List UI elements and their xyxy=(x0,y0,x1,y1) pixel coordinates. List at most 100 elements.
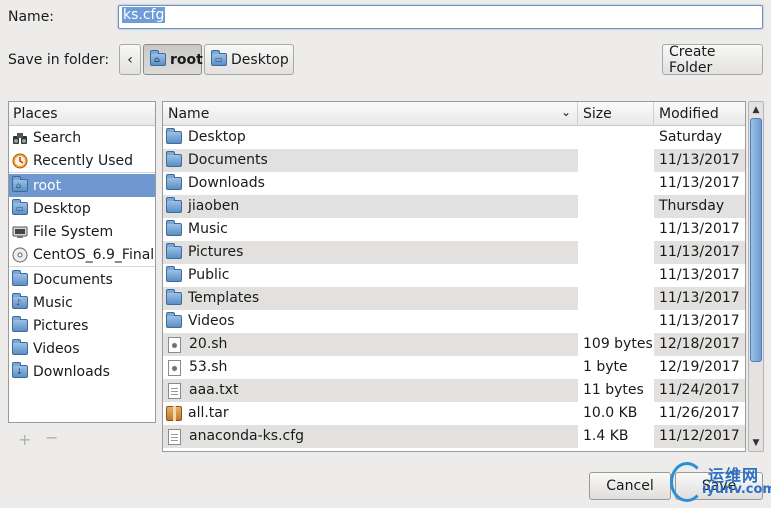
file-modified: Thursday xyxy=(654,195,745,218)
folder-icon xyxy=(166,266,182,282)
places-item-label: Music xyxy=(33,294,73,311)
places-item-label: Search xyxy=(33,129,82,146)
file-row[interactable]: 20.sh 109 bytes 12/18/2017 xyxy=(163,333,745,356)
column-header-name[interactable]: Name ⌄ xyxy=(163,102,578,125)
places-item-label: Downloads xyxy=(33,363,110,380)
file-row[interactable]: Videos 11/13/2017 xyxy=(163,310,745,333)
file-name: Documents xyxy=(188,152,268,168)
add-bookmark-button[interactable]: + xyxy=(18,430,31,449)
file-size xyxy=(578,218,654,241)
places-item-label: Pictures xyxy=(33,317,89,334)
file-row[interactable]: all.tar 10.0 KB 11/26/2017 xyxy=(163,402,745,425)
file-modified: 11/13/2017 xyxy=(659,175,740,191)
file-modified: 12/18/2017 xyxy=(654,333,745,356)
file-name: 20.sh xyxy=(189,336,228,352)
places-header[interactable]: Places xyxy=(9,102,155,126)
places-item-downloads[interactable]: ↓ Downloads xyxy=(9,360,155,383)
places-item-videos[interactable]: Videos xyxy=(9,337,155,360)
files-header: Name ⌄ Size Modified xyxy=(163,102,745,126)
create-folder-button[interactable]: Create Folder xyxy=(662,44,763,76)
file-row[interactable]: aaa.txt 11 bytes 11/24/2017 xyxy=(163,379,745,402)
places-item-label: Videos xyxy=(33,340,80,357)
file-size xyxy=(578,126,654,149)
file-modified: 11/13/2017 xyxy=(659,267,740,283)
file-size: 10.0 KB xyxy=(583,405,638,421)
file-row[interactable]: Pictures 11/13/2017 xyxy=(163,241,745,264)
path-button-desktop-label: Desktop xyxy=(231,51,289,68)
file-row[interactable]: Downloads 11/13/2017 xyxy=(163,172,745,195)
binoculars-icon xyxy=(12,130,28,146)
file-name-cell: Videos xyxy=(163,310,578,333)
archive-icon xyxy=(166,406,182,421)
file-row[interactable]: jiaoben Thursday xyxy=(163,195,745,218)
file-name: Pictures xyxy=(188,244,244,260)
filename-input[interactable]: ks.cfg xyxy=(118,5,763,29)
folder-icon xyxy=(166,220,182,236)
column-header-modified[interactable]: Modified xyxy=(654,102,745,125)
places-item-recently-used[interactable]: Recently Used xyxy=(9,149,155,172)
scroll-up-icon[interactable]: ▲ xyxy=(749,103,763,117)
file-name-cell: aaa.txt xyxy=(163,379,578,402)
column-header-size[interactable]: Size xyxy=(578,102,654,125)
file-modified: Saturday xyxy=(659,129,723,145)
files-pane: Name ⌄ Size Modified Desktop Saturday Docu… xyxy=(162,101,746,452)
places-item-search[interactable]: Search xyxy=(9,126,155,149)
folder-icon xyxy=(166,128,182,144)
path-back-button[interactable]: ‹ xyxy=(119,44,141,75)
file-name: jiaoben xyxy=(188,198,240,214)
places-item-root[interactable]: ⌂ root xyxy=(9,174,155,197)
file-size: 1.4 KB xyxy=(578,425,654,448)
scrollbar-thumb[interactable] xyxy=(750,118,762,362)
file-name: all.tar xyxy=(188,405,229,421)
path-button-desktop[interactable]: ▭ Desktop xyxy=(204,44,294,75)
path-button-root[interactable]: ⌂ root xyxy=(143,44,203,75)
places-item-file-system[interactable]: File System xyxy=(9,220,155,243)
documents-folder-icon xyxy=(12,270,28,286)
places-item-desktop[interactable]: ▭ Desktop xyxy=(9,197,155,220)
file-row[interactable]: Desktop Saturday xyxy=(163,126,745,149)
file-modified: 11/13/2017 xyxy=(659,221,740,237)
files-scrollbar[interactable]: ▲ ▼ xyxy=(748,101,764,452)
filename-value[interactable]: ks.cfg xyxy=(122,7,166,23)
remove-bookmark-button[interactable]: − xyxy=(45,428,58,447)
places-item-pictures[interactable]: Pictures xyxy=(9,314,155,337)
file-size: 1 byte xyxy=(583,359,628,375)
file-modified: 11/13/2017 xyxy=(654,241,745,264)
places-item-centos[interactable]: CentOS_6.9_Final xyxy=(9,243,155,266)
clock-icon xyxy=(12,153,28,169)
watermark-line2: iyunv.com xyxy=(702,482,771,497)
file-name-cell: Public xyxy=(163,264,578,287)
file-modified: 11/13/2017 xyxy=(654,287,745,310)
sort-descending-icon: ⌄ xyxy=(560,105,571,119)
folder-icon xyxy=(166,151,182,167)
file-row[interactable]: Public 11/13/2017 xyxy=(163,264,745,287)
home-folder-icon: ⌂ xyxy=(12,176,28,192)
file-modified: 11/26/2017 xyxy=(659,405,740,421)
text-file-icon xyxy=(168,382,181,399)
cancel-button[interactable]: Cancel xyxy=(589,472,671,500)
file-row[interactable]: Documents 11/13/2017 xyxy=(163,149,745,172)
places-item-label: root xyxy=(33,177,62,194)
file-row[interactable]: Templates 11/13/2017 xyxy=(163,287,745,310)
file-row[interactable]: 53.sh 1 byte 12/19/2017 xyxy=(163,356,745,379)
file-name: Videos xyxy=(188,313,235,329)
file-name-cell: anaconda-ks.cfg xyxy=(163,425,578,448)
name-label: Name: xyxy=(8,9,55,25)
chevron-left-icon: ‹ xyxy=(127,51,133,68)
file-name: Desktop xyxy=(188,129,246,145)
file-size xyxy=(578,287,654,310)
places-item-label: Desktop xyxy=(33,200,91,217)
places-item-documents[interactable]: Documents xyxy=(9,268,155,291)
file-row[interactable]: anaconda-ks.cfg 1.4 KB 11/12/2017 xyxy=(163,425,745,448)
file-name: anaconda-ks.cfg xyxy=(189,428,305,444)
scroll-down-icon[interactable]: ▼ xyxy=(749,436,763,450)
desktop-folder-icon: ▭ xyxy=(211,50,227,66)
file-size xyxy=(578,310,654,333)
file-name: aaa.txt xyxy=(189,382,239,398)
file-row[interactable]: Music 11/13/2017 xyxy=(163,218,745,241)
file-name: Public xyxy=(188,267,230,283)
harddrive-icon xyxy=(12,224,28,240)
places-item-music[interactable]: ♪ Music xyxy=(9,291,155,314)
file-size xyxy=(578,241,654,264)
file-name-cell: Templates xyxy=(163,287,578,310)
